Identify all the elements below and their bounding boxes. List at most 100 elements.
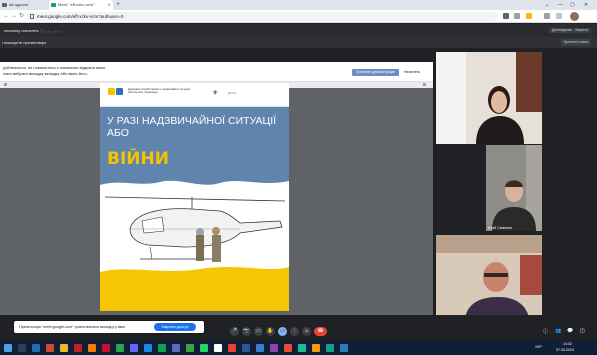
app-icon[interactable] — [144, 344, 152, 352]
word-icon[interactable] — [242, 344, 250, 352]
maximize-button[interactable]: ▢ — [570, 0, 575, 10]
presentation-hint-2: лася вибрати вкладку вкладку або вікно й… — [3, 71, 88, 76]
logo-yellow-icon — [108, 88, 115, 95]
stop-presenting-button[interactable]: Зупинити показ — [561, 39, 591, 46]
app-icon[interactable] — [88, 344, 96, 352]
raise-hand-icon[interactable]: ✋ — [266, 327, 275, 336]
keyboard-lang[interactable]: УКР — [535, 344, 542, 351]
participant-tile[interactable] — [436, 235, 542, 327]
reload-button[interactable]: ↻ — [19, 12, 24, 21]
close-window-button[interactable]: ✕ — [584, 0, 588, 10]
menu-icon[interactable] — [4, 83, 7, 86]
tab-favicon-icon — [2, 3, 7, 7]
app-icon[interactable] — [130, 344, 138, 352]
close-tab-icon[interactable]: ✕ — [108, 0, 111, 10]
participant-tile[interactable] — [436, 52, 542, 144]
app-icon[interactable] — [256, 344, 264, 352]
omnibox[interactable]: meet.google.com/eff-xzkv-ncm?authuser=0 — [27, 12, 497, 21]
app-icon[interactable] — [74, 344, 82, 352]
address-bar: ← → ↻ meet.google.com/eff-xzkv-ncm?authu… — [0, 10, 597, 23]
tab-strip: ай адрани Meet: "eff-xzkv-ncm" ✕ + ⌄ — ▢… — [0, 0, 597, 10]
share-popup: Презентація "meet.google.com" транслюєть… — [14, 321, 204, 333]
meet-favicon-icon — [51, 3, 56, 7]
presentation-header: рублюються, не помилитеся з помилкою від… — [0, 62, 433, 82]
taskbar: УКР 14:02 07.03.2024 — [0, 341, 597, 355]
trident-icon: ⚜ — [212, 90, 219, 97]
stop-sharing-button[interactable]: Закрити доступ — [154, 323, 196, 331]
app-icon[interactable] — [298, 344, 306, 352]
app-icon[interactable] — [186, 344, 194, 352]
activities-icon[interactable]: ◫ — [580, 328, 585, 334]
participant-name: Юрій Семенов — [488, 226, 512, 230]
more-options-icon[interactable]: ⋮ — [290, 327, 299, 336]
start-icon[interactable] — [4, 344, 12, 352]
profile-avatar[interactable] — [570, 12, 579, 21]
participant-tile[interactable]: Юрій Семенов — [486, 145, 542, 231]
presentation-hint-1: рублюються, не помилитеся з помилкою від… — [3, 65, 106, 70]
app-icon[interactable] — [270, 344, 278, 352]
document-page: Державна служба України з надзвичайних с… — [100, 83, 289, 311]
tab-search-icon[interactable]: ⌄ — [545, 0, 549, 10]
app-icon[interactable] — [340, 344, 348, 352]
chat-icon[interactable]: 💬 — [567, 328, 573, 334]
participants-panel: Юрій Семенов — [436, 48, 597, 341]
more-icon[interactable] — [423, 83, 426, 86]
app-icon[interactable] — [46, 344, 54, 352]
app-icon[interactable] — [326, 344, 334, 352]
camera-toggle-icon[interactable]: 📷 — [242, 327, 251, 336]
app-icon[interactable] — [214, 344, 222, 352]
bookmark-star-icon[interactable] — [526, 13, 532, 19]
presentation-right-text: Натисніть — [404, 70, 420, 74]
new-tab-button[interactable]: + — [116, 0, 120, 10]
document-org: Державна служба України з надзвичайних с… — [128, 88, 191, 94]
end-call-button[interactable]: ☎ — [314, 327, 327, 336]
popup-text: Презентація "meet.google.com" транслюєть… — [19, 325, 127, 329]
minimize-button[interactable]: — — [558, 0, 563, 10]
back-button[interactable]: ← — [3, 12, 9, 21]
tab-label: Meet: "eff-xzkv-ncm" — [58, 2, 95, 7]
participant-video — [436, 52, 542, 144]
folder-icon[interactable] — [60, 344, 68, 352]
extensions-icon[interactable] — [544, 13, 550, 19]
app-icon[interactable] — [172, 344, 180, 352]
document-title: У РАЗІ НАДЗВИЧАЙНОЇ СИТУАЦІЇ АБО — [107, 115, 277, 139]
forward-button[interactable]: → — [11, 12, 17, 21]
tab-meet[interactable]: Meet: "eff-xzkv-ncm" ✕ — [49, 0, 113, 10]
mic-icon[interactable]: 🎤 — [230, 327, 239, 336]
share-notice-bar: спочатку натисніть ', ', , , , , : , , Д… — [0, 24, 597, 37]
clock-date[interactable]: 07.03.2024 — [556, 347, 574, 354]
document-title-block: У РАЗІ НАДЗВИЧАЙНОЇ СИТУАЦІЇ АБО ВІЙНИ — [100, 107, 289, 177]
document-title-emphasis: ВІЙНИ — [107, 149, 169, 169]
tab-label: ай адрани — [9, 2, 29, 7]
present-icon[interactable]: ▭ — [278, 327, 287, 336]
captions-icon[interactable]: ▭ — [254, 327, 263, 336]
notice-close-button[interactable]: Закрити — [572, 28, 592, 33]
info-icon[interactable]: ⓘ — [543, 328, 548, 335]
document-illustration — [100, 177, 289, 285]
emoji-icon[interactable]: ☺ — [302, 327, 311, 336]
people-icon[interactable]: 👥 — [555, 328, 561, 334]
edge-icon[interactable] — [32, 344, 40, 352]
whatsapp-icon[interactable] — [200, 344, 208, 352]
document-footer — [100, 285, 289, 311]
logo-blue-icon — [116, 88, 123, 95]
app-icon[interactable] — [158, 344, 166, 352]
stop-share-button[interactable]: Зупинити демонстрацію — [352, 69, 399, 76]
participant-video — [486, 145, 542, 231]
emblem-text: ДСНС — [228, 91, 237, 95]
tab-1[interactable]: ай адрани — [0, 0, 40, 10]
search-icon[interactable] — [18, 344, 26, 352]
share-icon[interactable] — [514, 13, 520, 19]
app-icon[interactable] — [284, 344, 292, 352]
app-icon[interactable] — [116, 344, 124, 352]
app-icon[interactable] — [312, 344, 320, 352]
presenting-bar: і показуєте презентацію Зупинити показ — [0, 37, 597, 48]
camera-icon[interactable] — [503, 13, 509, 19]
notice-text: спочатку натисніть ', ', , , , , : , , — [4, 28, 61, 33]
sidepanel-icon[interactable] — [556, 13, 562, 19]
opera-icon[interactable] — [102, 344, 110, 352]
document-header: Державна служба України з надзвичайних с… — [100, 83, 289, 107]
chrome-icon[interactable] — [228, 344, 236, 352]
presenting-text: і показуєте презентацію — [2, 40, 47, 45]
helicopter-illustration — [100, 177, 289, 285]
